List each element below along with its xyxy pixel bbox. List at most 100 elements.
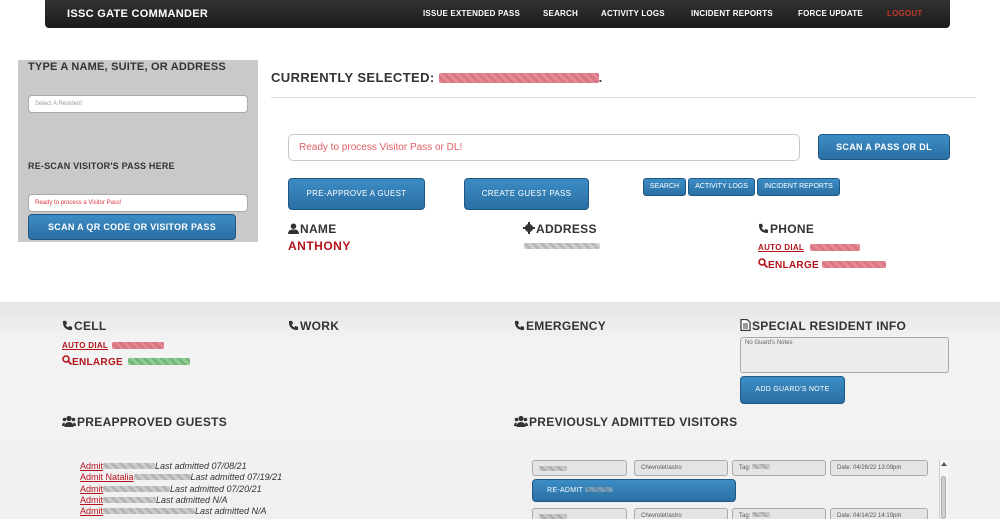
redacted-address: [524, 243, 600, 249]
visitor-pass-input[interactable]: Ready to process Visitor Pass or DL!: [288, 134, 800, 161]
visitor-name-field: [532, 508, 627, 519]
admit-guest-link[interactable]: Admit: [80, 495, 103, 505]
visitor-name-field: [532, 460, 627, 476]
magnifier-icon: [62, 355, 73, 366]
preapprove-guest-button[interactable]: PRE-APPROVE A GUEST: [288, 178, 425, 210]
emergency-label: EMERGENCY: [526, 319, 607, 333]
cell-heading: CELL: [62, 319, 107, 333]
previous-visitors-label: PREVIOUSLY ADMITTED VISITORS: [529, 415, 738, 429]
nav-force-update[interactable]: FORCE UPDATE: [798, 9, 863, 18]
guest-last-admitted: Last admitted N/A: [156, 495, 228, 505]
search-button[interactable]: SEARCH: [643, 178, 686, 196]
redacted-readmit-name: [585, 487, 614, 492]
phone-enlarge-link[interactable]: ENLARGE: [758, 258, 819, 271]
phone-icon: [758, 223, 769, 234]
name-heading: NAME: [288, 222, 337, 236]
add-guard-note-button[interactable]: ADD GUARD'S NOTE: [740, 376, 845, 404]
cell-label: CELL: [74, 319, 107, 333]
visitor-date-field: Date: 04/14/22 14:19pm: [830, 508, 928, 519]
rescan-pass-input[interactable]: Ready to process a Visitor Pass!: [28, 194, 248, 212]
previous-visitors-heading: PREVIOUSLY ADMITTED VISITORS: [514, 415, 737, 429]
guest-last-admitted: Last admitted 07/20/21: [170, 484, 262, 494]
document-icon: [740, 318, 751, 332]
incident-reports-button[interactable]: INCIDENT REPORTS: [757, 178, 840, 196]
work-heading: WORK: [288, 319, 339, 333]
resident-search-panel: TYPE A NAME, SUITE, OR ADDRESS Select A …: [18, 60, 258, 242]
scan-qr-button[interactable]: SCAN A QR CODE OR VISITOR PASS: [28, 214, 236, 240]
guest-last-admitted: Last admitted N/A: [195, 506, 267, 516]
scan-pass-button[interactable]: SCAN A PASS OR DL: [818, 134, 950, 160]
visitors-scrollbar-thumb[interactable]: [941, 476, 946, 519]
visitor-tag-label: Tag:: [739, 513, 751, 519]
currently-selected-suffix: .: [598, 70, 603, 85]
address-label: ADDRESS: [536, 222, 597, 236]
visitor-date-field: Date: 04/26/22 13:09pm: [830, 460, 928, 476]
admit-guest-link[interactable]: Admit Natalia: [80, 472, 134, 482]
redacted-cell-enlarge: [128, 358, 190, 365]
redacted-visitor-name: [539, 514, 567, 519]
preapproved-label: PREAPPROVED GUESTS: [77, 415, 228, 429]
currently-selected: CURRENTLY SELECTED: .: [271, 70, 603, 85]
redacted-guest-name: [103, 508, 196, 514]
list-item: Admit Last admitted N/A: [80, 495, 228, 505]
brand-title[interactable]: ISSC GATE COMMANDER: [67, 8, 208, 20]
redacted-guest-name: [133, 474, 191, 480]
admit-guest-link[interactable]: Admit: [80, 461, 103, 471]
redacted-guest-name: [103, 486, 171, 492]
admit-guest-link[interactable]: Admit: [80, 484, 103, 494]
navbar: ISSC GATE COMMANDER ISSUE EXTENDED PASS …: [45, 0, 950, 28]
redacted-phone: [810, 244, 860, 251]
currently-selected-label: CURRENTLY SELECTED:: [271, 70, 435, 85]
phone-icon: [62, 320, 73, 331]
phone-label: PHONE: [770, 222, 815, 236]
visitor-tag-field: Tag:: [732, 460, 826, 476]
cell-auto-dial-link[interactable]: AUTO DIAL: [62, 341, 108, 350]
guest-last-admitted: Last admitted 07/19/21: [190, 472, 283, 482]
user-icon: [288, 223, 299, 234]
admit-guest-link[interactable]: Admit: [80, 506, 103, 516]
guard-notes-textarea[interactable]: No Guard's Notes: [740, 337, 949, 373]
visitor-vehicle-field: Chevrolet/astro: [634, 460, 728, 476]
nav-search[interactable]: SEARCH: [543, 9, 578, 18]
phone-icon: [514, 320, 525, 331]
redacted-guest-name: [103, 497, 157, 503]
scroll-up-arrow-icon[interactable]: [940, 461, 948, 467]
emergency-heading: EMERGENCY: [514, 319, 606, 333]
preapproved-heading: PREAPPROVED GUESTS: [62, 415, 227, 429]
resident-name: ANTHONY: [288, 239, 351, 253]
create-guest-pass-button[interactable]: CREATE GUEST PASS: [464, 178, 589, 210]
nav-activity-logs[interactable]: ACTIVITY LOGS: [601, 9, 665, 18]
work-label: WORK: [300, 319, 340, 333]
nav-issue-extended-pass[interactable]: ISSUE EXTENDED PASS: [423, 9, 520, 18]
list-item: Admit Last admitted 07/08/21: [80, 461, 247, 471]
divider: [271, 97, 976, 98]
top-bar: ISSC GATE COMMANDER ISSUE EXTENDED PASS …: [0, 0, 1000, 30]
readmit-label: RE-ADMIT: [547, 487, 584, 494]
redacted-phone-enlarge: [822, 261, 886, 268]
nav-incident-reports[interactable]: INCIDENT REPORTS: [691, 9, 773, 18]
list-item: Admit Natalia Last admitted 07/19/21: [80, 472, 282, 482]
rescan-title: RE-SCAN VISITOR'S PASS HERE: [28, 161, 175, 171]
cell-enlarge-label: ENLARGE: [72, 357, 123, 368]
visitor-tag-label: Tag:: [739, 465, 751, 471]
phone-enlarge-label: ENLARGE: [768, 260, 819, 271]
activity-logs-button[interactable]: ACTIVITY LOGS: [688, 178, 755, 196]
gear-icon: [523, 222, 535, 234]
readmit-button[interactable]: RE-ADMIT: [532, 479, 736, 502]
phone-auto-dial-link[interactable]: AUTO DIAL: [758, 243, 804, 252]
guest-last-admitted: Last admitted 07/08/21: [155, 461, 247, 471]
group-icon: [514, 415, 528, 427]
name-label: NAME: [300, 222, 337, 236]
resident-select-input[interactable]: Select A Resident: [28, 95, 248, 113]
list-item: Admit Last admitted N/A: [80, 506, 267, 516]
redacted-tag: [752, 464, 771, 469]
search-panel-title: TYPE A NAME, SUITE, OR ADDRESS: [28, 61, 226, 73]
redacted-guest-name: [103, 463, 156, 469]
list-item: Admit Last admitted 07/20/21: [80, 484, 262, 494]
cell-enlarge-link[interactable]: ENLARGE: [62, 355, 123, 368]
phone-icon: [288, 320, 299, 331]
magnifier-icon: [758, 258, 769, 269]
nav-logout[interactable]: LOGOUT: [887, 9, 922, 18]
redacted-visitor-name: [539, 466, 567, 471]
address-heading: ADDRESS: [523, 222, 597, 236]
